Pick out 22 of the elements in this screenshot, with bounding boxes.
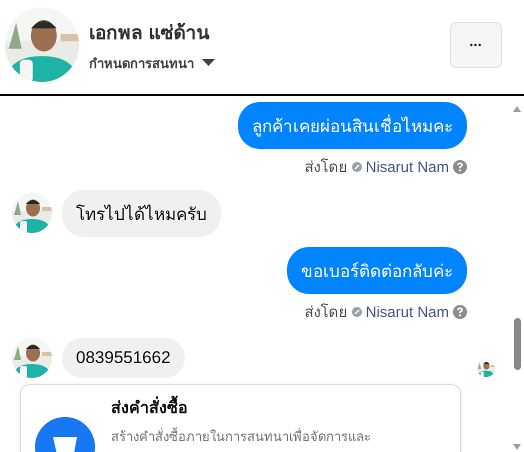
message-bubble: โทรไปได้ไหมครับ xyxy=(62,190,221,236)
card-title: ส่งคำสั่งซื้อ xyxy=(111,395,371,420)
sent-by-label: ส่งโดย xyxy=(304,157,348,178)
caret-icon xyxy=(202,59,215,67)
help-icon xyxy=(453,160,467,174)
card-description: สร้างคำสั่งซื้อภายในการสนทนาเพื่อจัดการและ xyxy=(111,426,371,446)
scroll-up-icon[interactable] xyxy=(513,106,521,112)
order-card[interactable]: ส่งคำสั่งซื้อ สร้างคำสั่งซื้อภายในการสนทนาเพื่อจัดการและ xyxy=(20,384,461,452)
scroll-down-icon[interactable] xyxy=(513,444,521,450)
more-button[interactable]: ••• xyxy=(450,22,502,68)
sent-by-label: ส่งโดย xyxy=(304,302,348,323)
blocked-icon xyxy=(352,307,362,317)
contact-name: เอกพล แซ่ด้าน xyxy=(89,22,210,46)
help-icon xyxy=(453,305,467,319)
blocked-icon xyxy=(352,162,362,172)
message-bubble: 0839551662 xyxy=(62,338,185,378)
message-bubble: ลูกค้าเคยผ่อนสินเชื่อไหมคะ xyxy=(238,102,467,149)
sender-link[interactable]: Nisarut Nam xyxy=(366,304,449,320)
conversation-menu[interactable]: กำหนดการสนทนา xyxy=(89,52,215,74)
sender-link[interactable]: Nisarut Nam xyxy=(366,158,449,176)
scrollbar-thumb[interactable] xyxy=(514,318,520,370)
message-bubble: ขอเบอร์ติดต่อกลับค่ะ xyxy=(287,247,467,294)
